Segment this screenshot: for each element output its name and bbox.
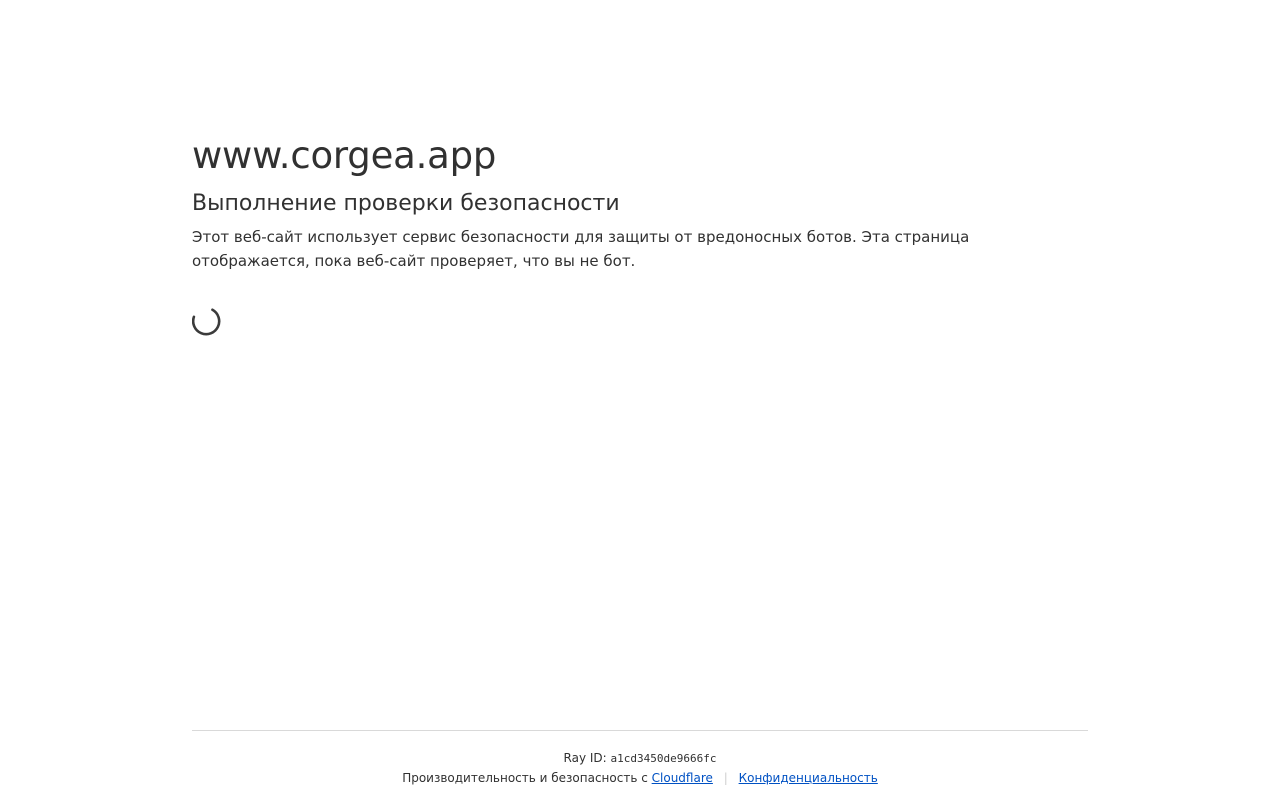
challenge-page: www.corgea.app Выполнение проверки безоп… <box>0 0 1280 800</box>
credits-line: Производительность и безопасность с Clou… <box>192 770 1088 786</box>
loading-spinner-icon <box>191 305 226 339</box>
footer-separator: | <box>723 771 728 785</box>
footer: Ray ID: a1cd3450de9666fc Производительно… <box>192 730 1088 786</box>
cloudflare-link[interactable]: Cloudflare <box>652 771 713 785</box>
main-content: www.corgea.app Выполнение проверки безоп… <box>191 133 1088 339</box>
privacy-link[interactable]: Конфиденциальность <box>739 771 878 785</box>
challenge-headline: Выполнение проверки безопасности <box>192 191 620 216</box>
ray-id-line: Ray ID: a1cd3450de9666fc <box>192 750 1088 767</box>
site-name: www.corgea.app <box>192 134 497 177</box>
challenge-description: Этот веб-сайт использует сервис безопасн… <box>192 228 970 270</box>
credits-text: Производительность и безопасность с <box>402 771 648 785</box>
ray-id-label: Ray ID: <box>563 751 607 765</box>
ray-id-value: a1cd3450de9666fc <box>610 752 717 765</box>
